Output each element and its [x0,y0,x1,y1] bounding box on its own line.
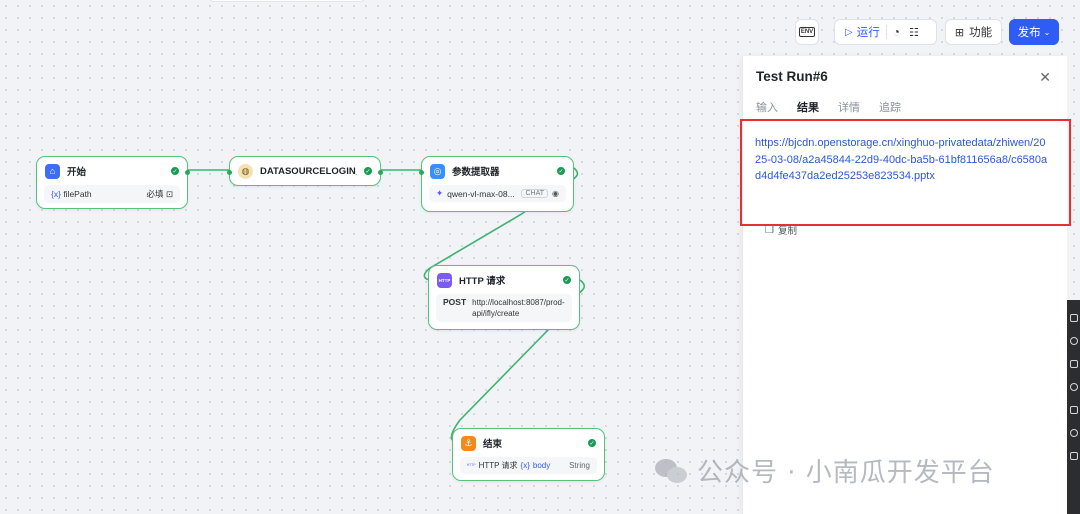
publish-button[interactable]: 发布 ⌄ [1009,19,1059,45]
output-type: String [569,461,590,470]
play-icon: ▷ [845,26,853,38]
tool-icon[interactable] [1070,360,1078,368]
node-parameter-extractor[interactable]: ◎ 参数提取器 ✓ ✦ qwen-vl-max-08... CHAT ◉ [419,156,574,212]
watermark: 公众号 · 小南瓜开发平台 [655,452,995,489]
tool-icon[interactable] [1070,314,1078,322]
output-source: HTTP 请求 [478,461,518,470]
node-start[interactable]: ⌂ 开始 ✓ {x} filePath 必填 ⊡ [36,156,190,209]
model-name: qwen-vl-max-08... [447,188,515,199]
close-icon[interactable]: ✕ [1039,69,1051,86]
variable-icon: {x} [51,189,61,199]
panel-tabs: 输入 结果 详情 追踪 [756,99,901,121]
param-name: filePath [63,189,92,199]
node-title: DATASOURCELOGIN_POS [260,165,357,177]
node-http-request[interactable]: HTTP HTTP 请求 ✓ POST http://localhost:808… [428,265,580,330]
check-icon: ✓ [364,167,372,175]
top-panel-edge [208,0,366,2]
http-url: http://localhost:8087/prod-api/ifly/crea… [472,298,565,318]
check-icon: ✓ [563,276,571,284]
tool-icon[interactable] [1070,429,1078,437]
feature-button[interactable]: ⊞ 功能 [945,19,1002,45]
http-source-icon: ᴴᵀᵀᴾ [467,462,476,469]
tab-detail[interactable]: 详情 [838,99,860,121]
tool-icon[interactable] [1070,337,1078,345]
node-datasource[interactable]: ◍ DATASOURCELOGIN_POS ✓ [227,156,383,186]
ide-sidebar [1067,300,1080,514]
field-type-icon: ⊡ [165,189,173,199]
check-icon: ✓ [171,167,179,175]
node-end[interactable]: ⚓ 结束 ✓ ᴴᵀᵀᴾ HTTP 请求 {x} body String [452,428,605,481]
chat-badge: CHAT [521,189,549,198]
end-icon: ⚓ [461,435,476,451]
required-label: 必填 [146,189,164,199]
env-button[interactable]: ENV [795,19,819,45]
checklist-icon[interactable]: ☷ [909,26,919,39]
tab-input[interactable]: 输入 [756,99,778,121]
node-title: 结束 [483,439,503,450]
check-icon: ✓ [557,167,565,175]
plugin-avatar-icon: ◍ [238,163,253,179]
panel-title: Test Run#6 [756,69,828,84]
watermark-text: 公众号 · 小南瓜开发平台 [697,458,995,488]
wechat-icon [655,457,689,485]
output-var: body [532,461,551,470]
node-title: 开始 [67,167,87,178]
node-title: HTTP 请求 [459,276,506,287]
publish-label: 发布 [1017,27,1041,39]
output-port[interactable] [185,170,190,175]
variable-icon: {x} [520,461,530,470]
env-icon: ENV [798,27,816,37]
node-title: 参数提取器 [452,167,500,178]
input-port[interactable] [419,170,424,175]
http-icon: HTTP [437,272,452,288]
tool-icon[interactable] [1070,406,1078,414]
check-icon: ✓ [588,439,596,447]
chevron-down-icon: ⌄ [1043,27,1051,37]
tab-trace[interactable]: 追踪 [879,99,901,121]
extractor-icon: ◎ [430,163,445,179]
divider [885,25,887,39]
model-icon: ✦ [436,188,444,198]
eye-icon[interactable]: ◉ [552,189,559,198]
run-button[interactable]: 运行 [857,24,880,40]
input-port[interactable] [227,170,232,175]
run-group: ▷ 运行 ◔ ☷ [834,19,937,45]
history-icon[interactable]: ◔ [893,25,900,39]
highlight-box [740,119,1071,226]
home-icon: ⌂ [45,163,60,179]
output-port[interactable] [378,170,383,175]
feature-label: 功能 [969,27,993,39]
copy-icon: ❐ [765,224,774,236]
grid-icon: ⊞ [954,26,965,39]
tab-result[interactable]: 结果 [797,99,819,121]
tool-icon[interactable] [1070,383,1078,391]
tool-icon[interactable] [1070,452,1078,460]
http-method: POST [443,297,467,307]
